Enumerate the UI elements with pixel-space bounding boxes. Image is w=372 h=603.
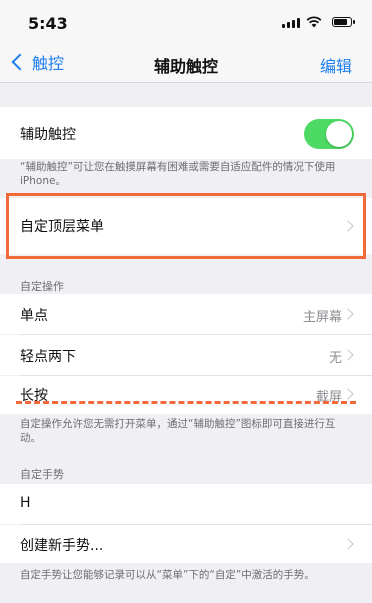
cellular-signal-icon — [282, 18, 302, 28]
customize-top-menu-row[interactable]: 自定顶层菜单 — [0, 198, 372, 254]
battery-icon — [332, 17, 355, 27]
toggle-knob — [326, 121, 352, 147]
action-label: 单点 — [20, 308, 48, 324]
custom-actions-note: 自定操作允许您无需打开菜单，通过“辅助触控”图标即可直接进行互动。 — [20, 418, 336, 444]
action-row-single-tap[interactable]: 单点 主屏幕 — [0, 294, 372, 334]
gesture-label: H — [20, 495, 31, 511]
assistive-touch-note: “辅助触控”可让您在触摸屏幕有困难或需要自适应配件的情况下使用iPhone。 — [20, 161, 336, 187]
action-label: 轻点两下 — [20, 349, 76, 365]
chevron-right-icon — [342, 220, 354, 232]
chevron-right-icon — [342, 388, 354, 400]
action-value: 主屏幕 — [302, 310, 342, 325]
gesture-row[interactable]: H — [0, 484, 372, 524]
page-title: 辅助触控 — [153, 57, 218, 76]
action-row-double-tap[interactable]: 轻点两下 无 — [0, 335, 372, 375]
custom-actions-header: 自定操作 — [20, 280, 64, 293]
chevron-right-icon — [342, 538, 354, 550]
edit-button[interactable]: 编辑 — [320, 53, 352, 77]
navigation-bar: 触控 辅助触控 编辑 — [0, 44, 372, 83]
create-gesture-label: 创建新手势... — [20, 538, 104, 554]
assistive-touch-label: 辅助触控 — [20, 127, 76, 143]
custom-gestures-header: 自定手势 — [20, 468, 64, 481]
customize-top-menu-label: 自定顶层菜单 — [20, 219, 104, 235]
assistive-touch-row: 辅助触控 — [0, 107, 372, 159]
custom-gestures-note: 自定手势让您能够记录可以从“菜单”下的“自定”中激活的手势。 — [20, 569, 315, 581]
action-value: 无 — [328, 351, 342, 366]
assistive-touch-toggle[interactable] — [304, 119, 354, 149]
create-gesture-row[interactable]: 创建新手势... — [0, 525, 372, 563]
wifi-icon — [306, 16, 322, 28]
chevron-right-icon — [342, 349, 354, 361]
annotation-dashed-underline — [16, 401, 356, 404]
status-icons — [272, 16, 355, 28]
chevron-right-icon — [342, 308, 354, 320]
action-row-long-press[interactable]: 长按 截屏 — [0, 376, 372, 414]
status-time: 5:43 — [28, 14, 68, 33]
status-bar: 5:43 — [0, 0, 372, 44]
